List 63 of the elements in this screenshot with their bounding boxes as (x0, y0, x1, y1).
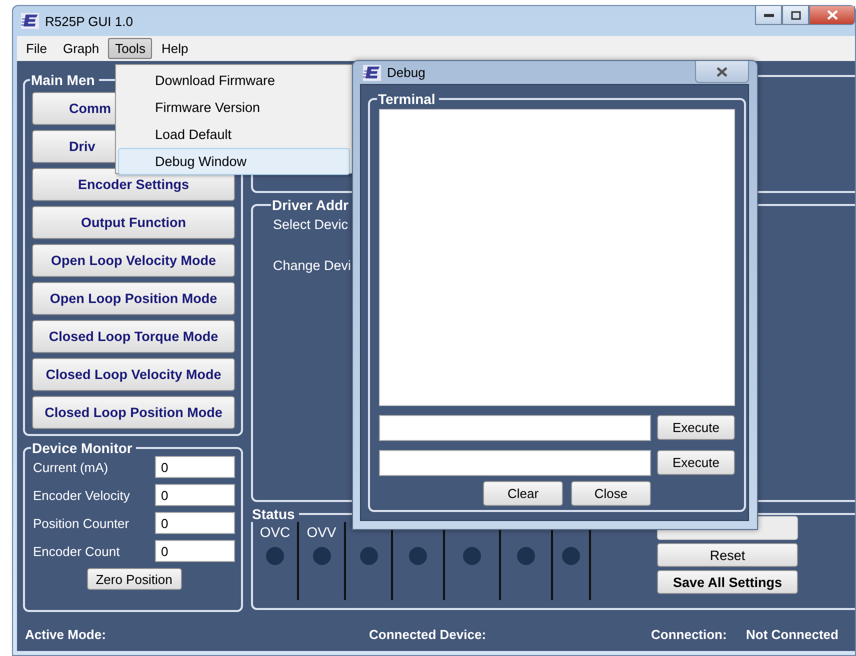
menu-item[interactable]: Help (154, 38, 196, 59)
panel-title: Main Men (30, 72, 96, 88)
menu-item[interactable]: Download Firmware (118, 67, 350, 94)
mode-button[interactable]: Closed Loop Velocity Mode (32, 358, 235, 391)
indicator-label: OVC (260, 524, 290, 541)
menu-item[interactable]: Tools (108, 38, 152, 59)
menu-item[interactable]: Firmware Version (118, 94, 350, 121)
status-light (266, 547, 284, 565)
value-field[interactable]: 0 (155, 512, 235, 534)
menu-item[interactable]: Load Default (118, 121, 350, 148)
status-text: Connection: (651, 626, 728, 642)
command-field[interactable] (379, 450, 651, 476)
panel-title: Driver Addr (271, 197, 350, 213)
value-field[interactable]: 0 (155, 540, 235, 562)
field-label: Encoder Count (33, 544, 120, 558)
logo-icon (363, 64, 381, 80)
value-field[interactable]: 0 (155, 456, 235, 478)
close-button[interactable] (809, 6, 855, 25)
status-light (517, 547, 535, 565)
minimize-button[interactable] (755, 6, 782, 25)
status-text: Not Connected (746, 626, 838, 642)
field-label: Select Devic (273, 217, 350, 232)
menu-item[interactable]: Graph (56, 38, 106, 59)
mode-button[interactable]: Closed Loop Position Mode (32, 396, 235, 429)
maximize-button[interactable] (782, 6, 809, 25)
window-title: R525P GUI 1.0 (45, 14, 133, 28)
status-light (409, 547, 427, 565)
status-light (562, 547, 580, 565)
status-light (312, 547, 330, 565)
action-button[interactable]: Save All Settings (657, 570, 798, 594)
status-text: Connected Device: (369, 626, 488, 642)
dialog-button[interactable]: Clear (483, 481, 563, 506)
status-light (360, 547, 378, 565)
window-title: Debug (387, 65, 426, 80)
logo-icon (21, 13, 39, 29)
close-button[interactable] (695, 61, 749, 83)
mode-button[interactable]: Closed Loop Torque Mode (32, 320, 235, 353)
field-label: Change Devi (273, 258, 352, 273)
indicator-label: OVV (306, 524, 336, 541)
menu-item[interactable]: Debug Window (118, 148, 350, 175)
close-icon (826, 10, 838, 20)
maximize-icon (790, 10, 800, 20)
execute-button[interactable]: Execute (657, 450, 735, 475)
value-field[interactable]: 0 (155, 484, 235, 506)
close-icon (716, 66, 728, 76)
panel-title: Status (251, 506, 296, 522)
field-label: Position Counter (33, 516, 130, 530)
status-light (463, 547, 481, 565)
panel-title: Terminal (377, 91, 436, 107)
panel-title: Device Monitor (31, 440, 134, 456)
command-field[interactable] (379, 415, 651, 441)
mode-button[interactable]: Output Function (32, 206, 235, 239)
menu-item[interactable]: File (19, 38, 54, 59)
action-button[interactable]: Reset (657, 543, 798, 567)
mode-button[interactable]: Open Loop Position Mode (32, 282, 235, 315)
execute-button[interactable]: Execute (657, 415, 735, 440)
status-text: Active Mode: (24, 626, 107, 642)
field-label: Current (mA) (33, 460, 108, 474)
field-label: Encoder Velocity (33, 488, 130, 502)
mode-button[interactable]: Open Loop Velocity Mode (32, 244, 235, 277)
zero-position-button[interactable]: Zero Position (86, 568, 182, 590)
minimize-icon (764, 13, 774, 17)
dialog-button[interactable]: Close (571, 481, 651, 506)
